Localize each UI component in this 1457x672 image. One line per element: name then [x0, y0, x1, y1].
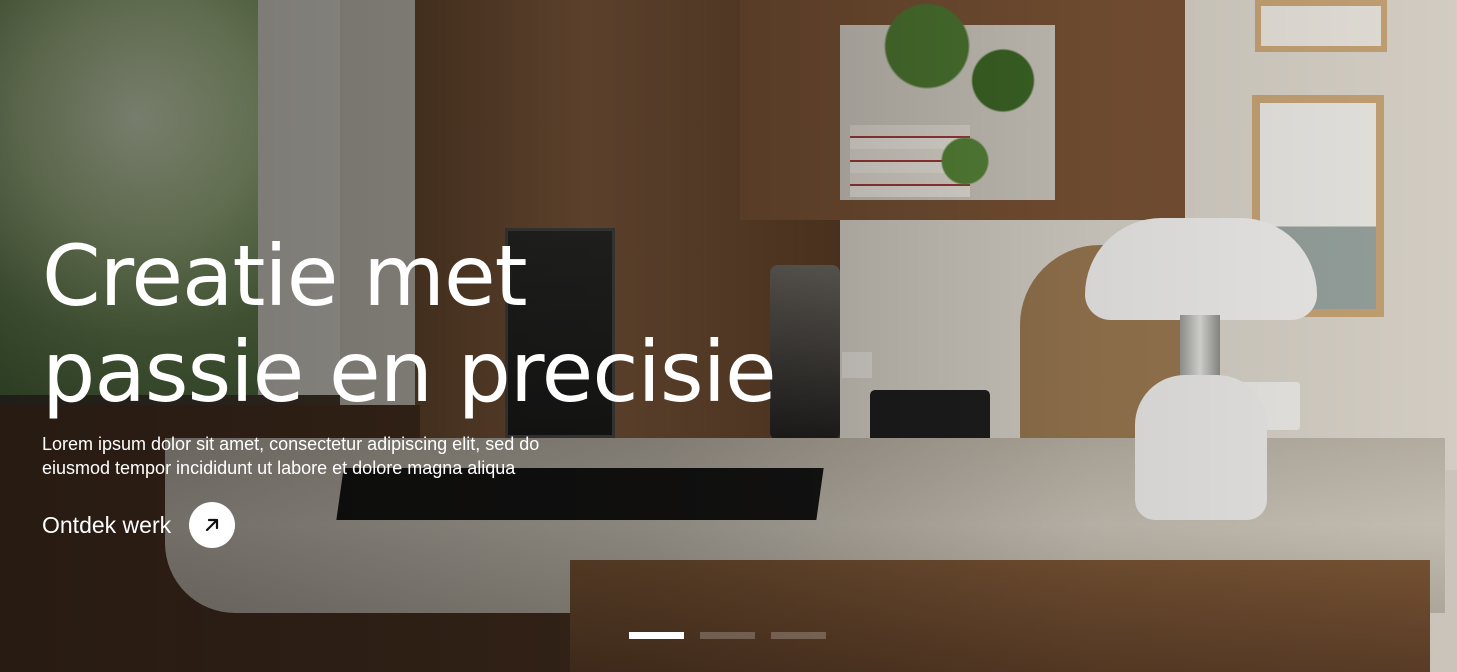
discover-work-label: Ontdek werk	[42, 511, 172, 538]
hero-headline-line: passie en precisie	[42, 323, 777, 421]
hero-description: Lorem ipsum dolor sit amet, consectetur …	[42, 434, 540, 478]
slide-indicator-2[interactable]	[700, 632, 755, 639]
slide-pager	[629, 632, 826, 639]
hero-headline: Creatie met passie en precisie	[42, 228, 862, 420]
hero-slide: Creatie met passie en precisie Lorem ips…	[0, 0, 1457, 672]
discover-work-button[interactable]	[189, 502, 236, 548]
hero-content: Creatie met passie en precisie Lorem ips…	[42, 228, 862, 548]
slide-indicator-1[interactable]	[629, 632, 684, 639]
arrow-up-right-icon	[206, 518, 219, 532]
discover-work-link[interactable]: Ontdek werk	[42, 502, 236, 548]
hero-headline-line: Creatie met	[42, 227, 528, 325]
slide-indicator-3[interactable]	[771, 632, 826, 639]
